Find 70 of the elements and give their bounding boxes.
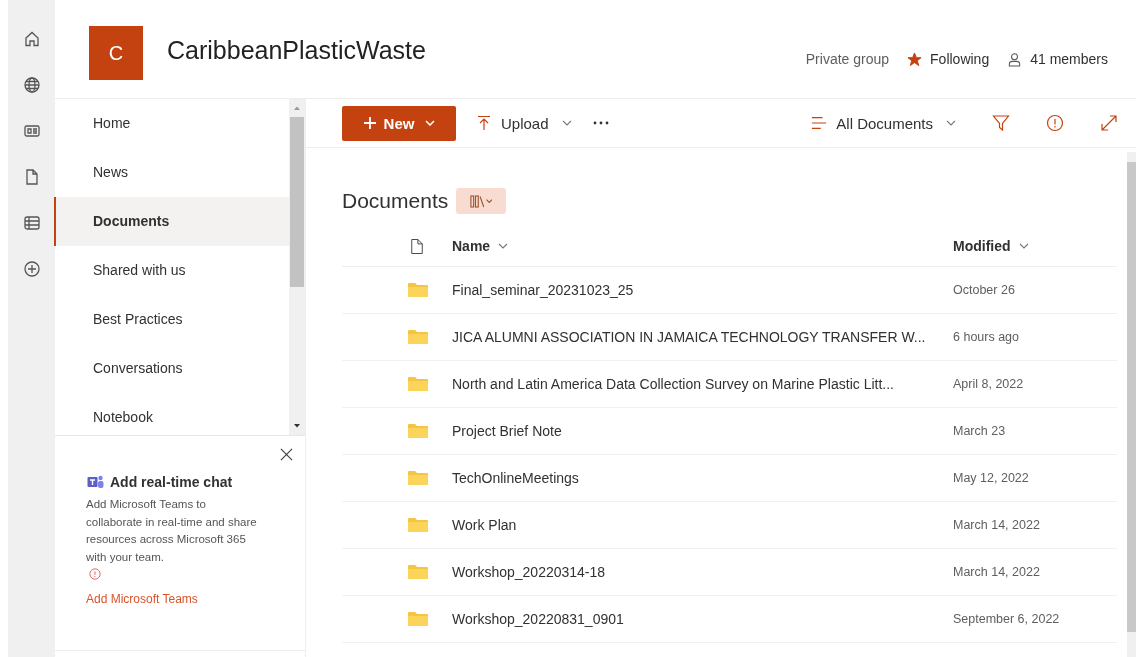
more-icon[interactable] — [591, 121, 610, 125]
nav-item[interactable]: Notebook — [54, 393, 289, 442]
chevron-icon — [498, 243, 509, 249]
file-name[interactable]: Work Plan — [452, 517, 953, 533]
modified-date: March 23 — [953, 424, 1007, 438]
expand-icon[interactable] — [1100, 114, 1118, 132]
library-view-button[interactable] — [456, 188, 507, 214]
modified-date: April 8, 2022 — [953, 377, 1025, 391]
file-name[interactable]: TechOnlineMeetings — [452, 470, 953, 486]
nav-item[interactable]: Shared with us — [54, 246, 289, 295]
folder-icon — [408, 471, 428, 485]
column-header[interactable]: Name — [452, 238, 509, 254]
list-icon[interactable] — [22, 214, 41, 232]
books-icon — [470, 194, 493, 208]
modified-date: March 14, 2022 — [953, 518, 1041, 532]
file-name[interactable]: JICA ALUMNI ASSOCIATION IN JAMAICA TECHNOLOGY TRANSFER W... — [452, 329, 953, 345]
file-name[interactable]: Workshop_20220314-18 — [452, 564, 953, 580]
file-name[interactable]: North and Latin America Data Collection Survey on Marine Plastic Litt... — [452, 376, 953, 392]
card-description: Add Microsoft Teams to collaborate in real-time and share resources across Microsoft 365 with your team. — [86, 497, 258, 565]
view-selector[interactable]: All Documents — [811, 114, 956, 132]
list-view-icon — [811, 115, 828, 131]
column-header[interactable]: Modified — [953, 238, 1029, 254]
add-teams-link[interactable]: Add Microsoft Teams — [86, 592, 198, 606]
filter-icon[interactable] — [992, 114, 1010, 132]
modified-date: 6 hours ago — [953, 330, 1021, 344]
upload-button[interactable]: Upload — [476, 114, 572, 132]
file-name[interactable]: Final_seminar_20231023_25 — [452, 282, 953, 298]
folder-icon — [408, 330, 428, 344]
person-icon — [1007, 51, 1023, 67]
home-icon[interactable] — [22, 30, 41, 48]
follow-button[interactable]: Following — [907, 51, 990, 67]
teams-icon — [86, 474, 105, 490]
add-icon[interactable] — [22, 260, 41, 278]
scroll-down-icon[interactable] — [293, 423, 301, 429]
modified-date: September 6, 2022 — [953, 612, 1061, 626]
members-button[interactable]: 41 members — [1007, 51, 1108, 67]
file-name[interactable]: Workshop_20220831_0901 — [452, 611, 953, 627]
close-icon[interactable] — [280, 448, 293, 461]
nav-item[interactable]: Conversations — [54, 344, 289, 393]
privacy-label: Private group — [805, 51, 890, 67]
library-title: Documents — [342, 189, 449, 213]
folder-icon — [408, 518, 428, 532]
file-name[interactable]: Project Brief Note — [452, 423, 953, 439]
chevron-icon — [1018, 243, 1029, 249]
nav-item[interactable]: News — [54, 148, 289, 197]
chevron-icon — [561, 120, 572, 126]
globe-icon[interactable] — [22, 76, 41, 94]
nav-item[interactable]: Home — [54, 99, 289, 148]
modified-date: March 14, 2022 — [953, 565, 1041, 579]
folder-icon — [408, 283, 428, 297]
scrollbar[interactable] — [289, 99, 305, 435]
modified-date: October 26 — [953, 283, 1016, 297]
chevron-icon — [946, 120, 956, 126]
new-button[interactable]: New — [342, 105, 456, 141]
nav-item[interactable]: Best Practices — [54, 295, 289, 344]
folder-icon — [408, 565, 428, 579]
folder-icon — [408, 424, 428, 438]
folder-icon — [408, 377, 428, 391]
site-title: CaribbeanPlasticWaste — [167, 35, 426, 65]
site-logo: C — [89, 26, 143, 80]
card-title: Add real-time chat — [110, 474, 233, 490]
file-type-icon — [410, 237, 424, 255]
nav-item[interactable]: Documents — [54, 197, 289, 246]
modified-date: May 12, 2022 — [953, 471, 1030, 485]
folder-icon — [408, 612, 428, 626]
upload-icon — [476, 115, 492, 131]
plus-icon — [362, 116, 377, 130]
news-icon[interactable] — [22, 122, 41, 140]
scroll-thumb[interactable] — [290, 117, 304, 287]
chevron-icon — [425, 120, 436, 126]
